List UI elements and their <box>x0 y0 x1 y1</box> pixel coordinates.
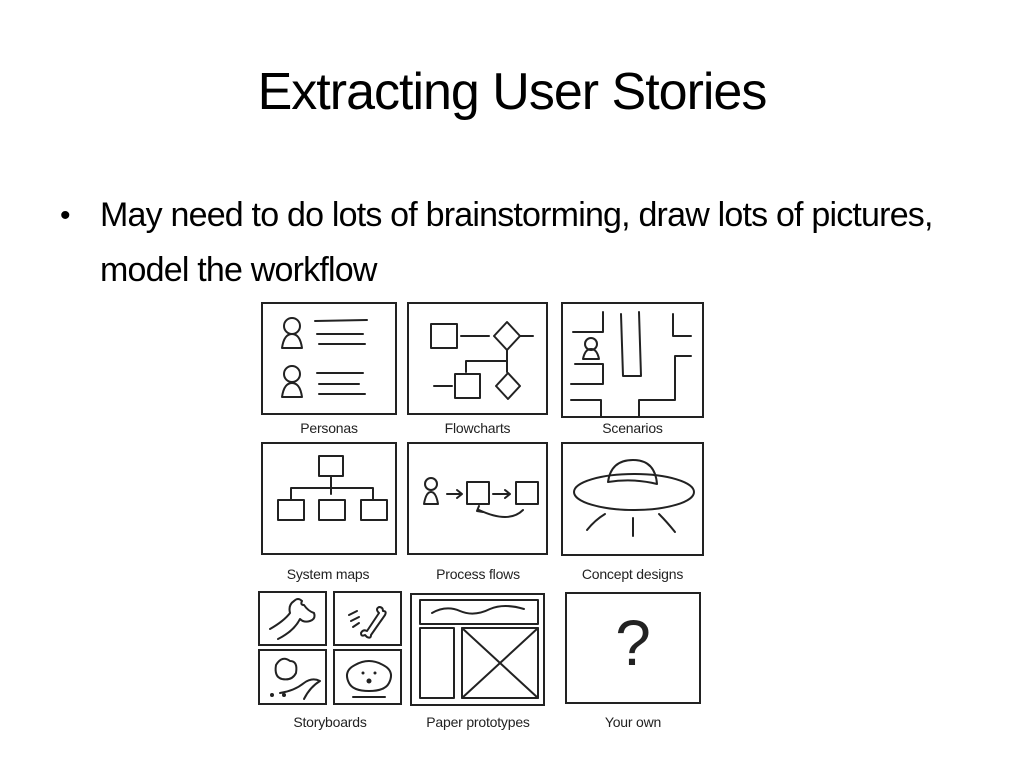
tile-your-own: ? <box>565 592 701 704</box>
storyboard-panel <box>258 591 327 646</box>
process-flow-icon <box>423 477 539 518</box>
storyboard-panel <box>333 591 402 646</box>
caption-system-maps: System maps <box>286 566 370 582</box>
tile-concept-designs <box>561 442 704 556</box>
personas-icon <box>281 317 368 398</box>
question-mark-icon: ? <box>615 607 651 679</box>
tile-personas <box>261 302 397 415</box>
caption-your-own: Your own <box>604 714 662 730</box>
caption-scenarios: Scenarios <box>602 420 663 436</box>
caption-process-flows: Process flows <box>436 566 520 582</box>
storyboard-panel <box>258 649 327 705</box>
tile-scenarios <box>561 302 704 418</box>
flying-bone-icon <box>348 606 387 639</box>
dog-and-hand-icon <box>270 657 321 700</box>
scenario-maze-icon <box>570 311 692 417</box>
tile-process-flows <box>407 442 548 555</box>
caption-storyboards: Storyboards <box>293 714 367 730</box>
tile-storyboards <box>258 591 402 707</box>
storyboard-panel <box>333 649 402 705</box>
tile-flowcharts <box>407 302 548 415</box>
tile-system-maps <box>261 442 397 555</box>
caption-personas: Personas <box>300 420 358 436</box>
methods-figure: Personas Flowcharts Scenarios System map… <box>0 0 1024 768</box>
hierarchy-icon <box>277 455 388 521</box>
tile-paper-prototypes <box>410 593 545 706</box>
flowchart-icon <box>430 321 534 400</box>
hand-with-bone-icon <box>269 598 316 640</box>
ufo-icon <box>573 459 695 537</box>
caption-flowcharts: Flowcharts <box>444 420 511 436</box>
caption-concept-designs: Concept designs <box>581 566 684 582</box>
dog-face-icon <box>346 660 392 698</box>
wireframe-icon <box>419 599 539 699</box>
caption-paper-prototypes: Paper prototypes <box>426 714 530 730</box>
